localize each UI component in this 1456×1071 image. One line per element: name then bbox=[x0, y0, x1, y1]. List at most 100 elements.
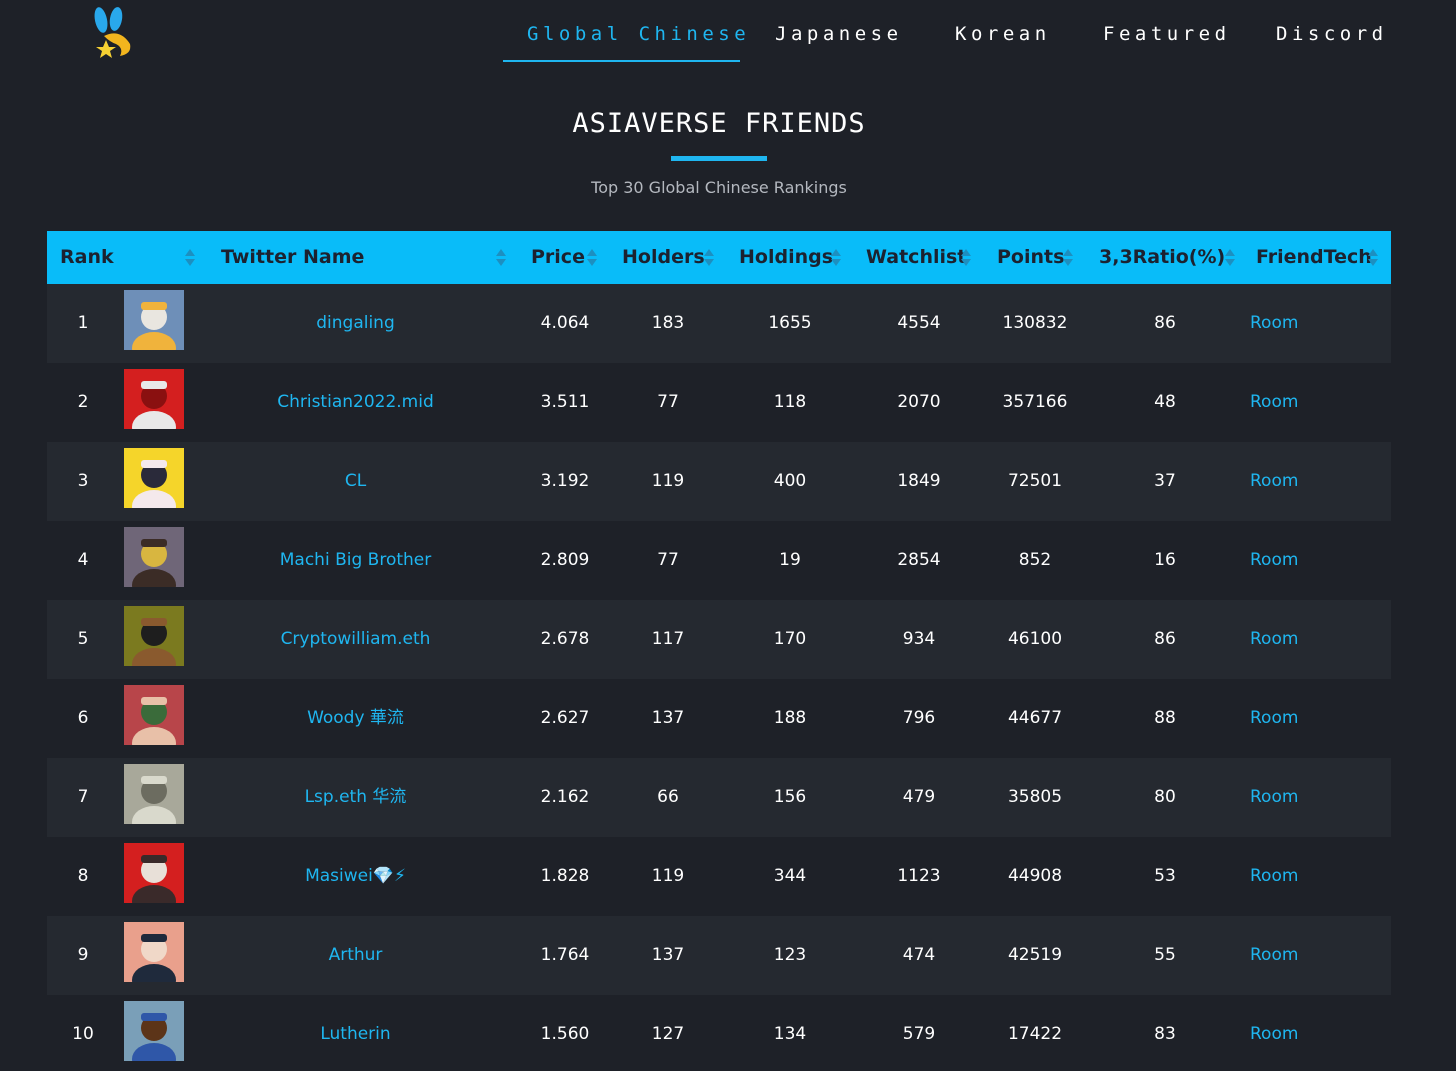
column-header-watchlist[interactable]: Watchlist bbox=[866, 231, 966, 284]
room-link[interactable]: Room bbox=[1250, 442, 1298, 521]
avatar[interactable] bbox=[124, 369, 184, 429]
room-link[interactable]: Room bbox=[1250, 679, 1298, 758]
avatar[interactable] bbox=[124, 685, 184, 745]
nav-tab-korean[interactable]: Korean bbox=[955, 18, 1051, 50]
avatar[interactable] bbox=[124, 764, 184, 824]
rank-cell: 6 bbox=[77, 708, 89, 728]
column-header-price[interactable]: Price bbox=[531, 231, 585, 284]
column-header-friendtech[interactable]: FriendTech bbox=[1256, 231, 1372, 284]
table-row: 6 Woody 華流 2.627 137 188 796 44677 88 Ro… bbox=[47, 679, 1391, 758]
twitter-name-link[interactable]: CL bbox=[208, 442, 503, 521]
rank-cell: 9 bbox=[77, 945, 89, 965]
table-row: 8 Masiwei💎⚡ 1.828 119 344 1123 44908 53 … bbox=[47, 837, 1391, 916]
sort-price-icon[interactable] bbox=[587, 248, 597, 268]
watchlist-cell: 1123 bbox=[897, 866, 941, 886]
watchlist-cell: 796 bbox=[902, 708, 936, 728]
avatar[interactable] bbox=[124, 606, 184, 666]
nav-tab-global-chinese[interactable]: Global Chinese bbox=[527, 18, 750, 50]
points-cell: 46100 bbox=[1007, 629, 1063, 649]
twitter-name-link[interactable]: Christian2022.mid bbox=[208, 363, 503, 442]
twitter-name-link[interactable]: Masiwei💎⚡ bbox=[208, 837, 503, 916]
nav-tab-featured[interactable]: Featured bbox=[1103, 18, 1231, 50]
room-link[interactable]: Room bbox=[1250, 284, 1298, 363]
sort-holdings-icon[interactable] bbox=[831, 248, 841, 268]
avatar[interactable] bbox=[124, 843, 184, 903]
price-cell: 1.828 bbox=[540, 866, 590, 886]
avatar[interactable] bbox=[124, 1001, 184, 1061]
sort-ratio-icon[interactable] bbox=[1225, 248, 1235, 268]
sort-points-icon[interactable] bbox=[1063, 248, 1073, 268]
avatar[interactable] bbox=[124, 448, 184, 508]
ratio-cell: 86 bbox=[1154, 313, 1176, 333]
points-cell: 17422 bbox=[1007, 1024, 1063, 1044]
room-link[interactable]: Room bbox=[1250, 758, 1298, 837]
points-cell: 44908 bbox=[1007, 866, 1063, 886]
holdings-cell: 170 bbox=[773, 629, 807, 649]
rank-cell: 4 bbox=[77, 550, 89, 570]
avatar[interactable] bbox=[124, 922, 184, 982]
column-header-holdings[interactable]: Holdings bbox=[739, 231, 833, 284]
points-cell: 44677 bbox=[1007, 708, 1063, 728]
watchlist-cell: 2854 bbox=[897, 550, 941, 570]
title-underline bbox=[671, 156, 767, 161]
holdings-cell: 344 bbox=[773, 866, 807, 886]
table-row: 5 Cryptowilliam.eth 2.678 117 170 934 46… bbox=[47, 600, 1391, 679]
nav-tab-discord[interactable]: Discord bbox=[1276, 18, 1388, 50]
sort-rank-icon[interactable] bbox=[185, 248, 195, 268]
nav-tab-japanese[interactable]: Japanese bbox=[775, 18, 903, 50]
table-row: 7 Lsp.eth 华流 2.162 66 156 479 35805 80 R… bbox=[47, 758, 1391, 837]
ratio-cell: 83 bbox=[1154, 1024, 1176, 1044]
holdings-cell: 400 bbox=[773, 471, 807, 491]
rank-cell: 5 bbox=[77, 629, 89, 649]
room-link[interactable]: Room bbox=[1250, 995, 1298, 1071]
page: Global Chinese Japanese Korean Featured … bbox=[0, 0, 1456, 1071]
price-cell: 2.678 bbox=[540, 629, 590, 649]
rank-cell: 8 bbox=[77, 866, 89, 886]
holdings-cell: 118 bbox=[773, 392, 807, 412]
ratio-cell: 86 bbox=[1154, 629, 1176, 649]
price-cell: 1.560 bbox=[540, 1024, 590, 1044]
points-cell: 42519 bbox=[1007, 945, 1063, 965]
twitter-name-link[interactable]: Lsp.eth 华流 bbox=[208, 758, 503, 837]
holders-cell: 127 bbox=[651, 1024, 685, 1044]
points-cell: 35805 bbox=[1007, 787, 1063, 807]
sort-watchlist-icon[interactable] bbox=[961, 248, 971, 268]
watchlist-cell: 1849 bbox=[897, 471, 941, 491]
rabbit-logo-icon[interactable] bbox=[90, 6, 136, 58]
twitter-name-link[interactable]: Arthur bbox=[208, 916, 503, 995]
room-link[interactable]: Room bbox=[1250, 916, 1298, 995]
watchlist-cell: 4554 bbox=[897, 313, 941, 333]
sort-friendtech-icon[interactable] bbox=[1368, 248, 1378, 268]
rank-cell: 7 bbox=[77, 787, 89, 807]
room-link[interactable]: Room bbox=[1250, 363, 1298, 442]
twitter-name-link[interactable]: Cryptowilliam.eth bbox=[208, 600, 503, 679]
column-header-rank[interactable]: Rank bbox=[60, 231, 114, 284]
avatar[interactable] bbox=[124, 290, 184, 350]
avatar[interactable] bbox=[124, 527, 184, 587]
column-header-ratio[interactable]: 3,3Ratio(%) bbox=[1099, 231, 1225, 284]
sort-twitter-name-icon[interactable] bbox=[496, 248, 506, 268]
ratio-cell: 16 bbox=[1154, 550, 1176, 570]
room-link[interactable]: Room bbox=[1250, 837, 1298, 916]
column-header-twitter-name[interactable]: Twitter Name bbox=[221, 231, 364, 284]
top-navigation: Global Chinese Japanese Korean Featured … bbox=[0, 0, 1456, 80]
holdings-cell: 156 bbox=[773, 787, 807, 807]
holders-cell: 183 bbox=[651, 313, 685, 333]
points-cell: 357166 bbox=[1002, 392, 1068, 412]
column-header-holders[interactable]: Holders bbox=[622, 231, 705, 284]
holders-cell: 66 bbox=[657, 787, 679, 807]
room-link[interactable]: Room bbox=[1250, 600, 1298, 679]
rank-cell: 10 bbox=[72, 1024, 94, 1044]
holdings-cell: 188 bbox=[773, 708, 807, 728]
points-cell: 72501 bbox=[1007, 471, 1063, 491]
column-header-points[interactable]: Points bbox=[997, 231, 1064, 284]
room-link[interactable]: Room bbox=[1250, 521, 1298, 600]
table-row: 2 Christian2022.mid 3.511 77 118 2070 35… bbox=[47, 363, 1391, 442]
holders-cell: 137 bbox=[651, 708, 685, 728]
rank-cell: 2 bbox=[77, 392, 89, 412]
twitter-name-link[interactable]: Machi Big Brother bbox=[208, 521, 503, 600]
sort-holders-icon[interactable] bbox=[704, 248, 714, 268]
twitter-name-link[interactable]: Woody 華流 bbox=[208, 679, 503, 758]
twitter-name-link[interactable]: Lutherin bbox=[208, 995, 503, 1071]
twitter-name-link[interactable]: dingaling bbox=[208, 284, 503, 363]
